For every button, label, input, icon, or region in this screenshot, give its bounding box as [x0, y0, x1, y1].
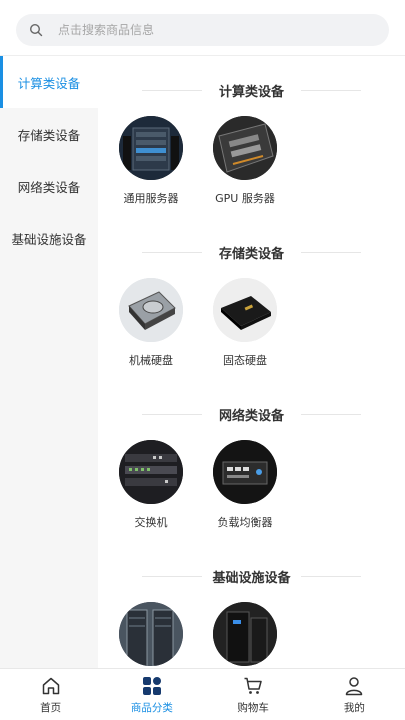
- sidebar-item-label: 基础设施设备: [11, 231, 87, 247]
- section-title: 网络类设备: [98, 404, 405, 424]
- tab-cart[interactable]: 购物车: [203, 669, 304, 720]
- tab-profile[interactable]: 我的: [304, 669, 405, 720]
- product-name: GPU 服务器: [215, 192, 275, 205]
- product-switch[interactable]: 交换机: [104, 440, 198, 530]
- sidebar-item-label: 网络类设备: [17, 179, 81, 195]
- section-network: 网络类设备 交换机 负载均衡器: [98, 404, 405, 529]
- product-general-server[interactable]: 通用服务器: [104, 116, 198, 206]
- hdd-image: [119, 278, 183, 342]
- product-infrastructure-1[interactable]: [104, 602, 198, 668]
- top-bar: [0, 0, 405, 56]
- sidebar-item-infrastructure[interactable]: 基础设施设备: [0, 212, 98, 264]
- general-server-image: [119, 116, 183, 180]
- user-icon: [343, 675, 365, 697]
- sidebar-item-network[interactable]: 网络类设备: [0, 160, 98, 212]
- server-rack-image: [119, 602, 183, 666]
- product-gpu-server[interactable]: GPU 服务器: [198, 116, 292, 206]
- product-name: 固态硬盘: [223, 354, 267, 367]
- load-balancer-image: [213, 440, 277, 504]
- switch-image: [119, 440, 183, 504]
- tab-category[interactable]: 商品分类: [101, 669, 202, 720]
- section-title: 存储类设备: [98, 242, 405, 262]
- search-bar[interactable]: [16, 14, 389, 46]
- sidebar-item-compute[interactable]: 计算类设备: [0, 56, 98, 108]
- tab-label: 购物车: [237, 701, 269, 714]
- tab-label: 商品分类: [130, 701, 173, 714]
- search-input[interactable]: [58, 23, 358, 37]
- sidebar-item-label: 计算类设备: [17, 75, 81, 91]
- product-load-balancer[interactable]: 负载均衡器: [198, 440, 292, 530]
- section-compute: 计算类设备 通用服务器 GPU 服务器: [98, 80, 405, 205]
- section-storage: 存储类设备 机械硬盘 固态硬盘: [98, 242, 405, 367]
- search-icon: [28, 22, 44, 38]
- gpu-server-image: [213, 116, 277, 180]
- category-sidebar: 计算类设备 存储类设备 网络类设备 基础设施设备: [0, 56, 98, 668]
- section-title: 计算类设备: [98, 80, 405, 100]
- tab-label: 我的: [343, 701, 365, 714]
- section-title: 基础设施设备: [98, 566, 405, 586]
- category-icon: [141, 675, 163, 697]
- ups-cabinet-image: [213, 602, 277, 666]
- product-name: 负载均衡器: [217, 516, 273, 529]
- category-content[interactable]: 计算类设备 通用服务器 GPU 服务器 存储类设备 机械硬盘 固态硬盘 网络类设…: [98, 56, 405, 668]
- product-infrastructure-2[interactable]: [198, 602, 292, 668]
- sidebar-item-label: 存储类设备: [17, 127, 81, 143]
- tab-home[interactable]: 首页: [0, 669, 101, 720]
- cart-icon: [242, 675, 264, 697]
- sidebar-item-storage[interactable]: 存储类设备: [0, 108, 98, 160]
- bottom-tab-bar: 首页 商品分类 购物车 我的: [0, 668, 405, 720]
- product-name: 机械硬盘: [129, 354, 173, 367]
- product-hdd[interactable]: 机械硬盘: [104, 278, 198, 368]
- product-ssd[interactable]: 固态硬盘: [198, 278, 292, 368]
- ssd-image: [213, 278, 277, 342]
- product-name: 通用服务器: [123, 192, 179, 205]
- product-name: 交换机: [134, 516, 168, 529]
- tab-label: 首页: [40, 701, 62, 714]
- section-infrastructure: 基础设施设备: [98, 566, 405, 666]
- home-icon: [40, 675, 62, 697]
